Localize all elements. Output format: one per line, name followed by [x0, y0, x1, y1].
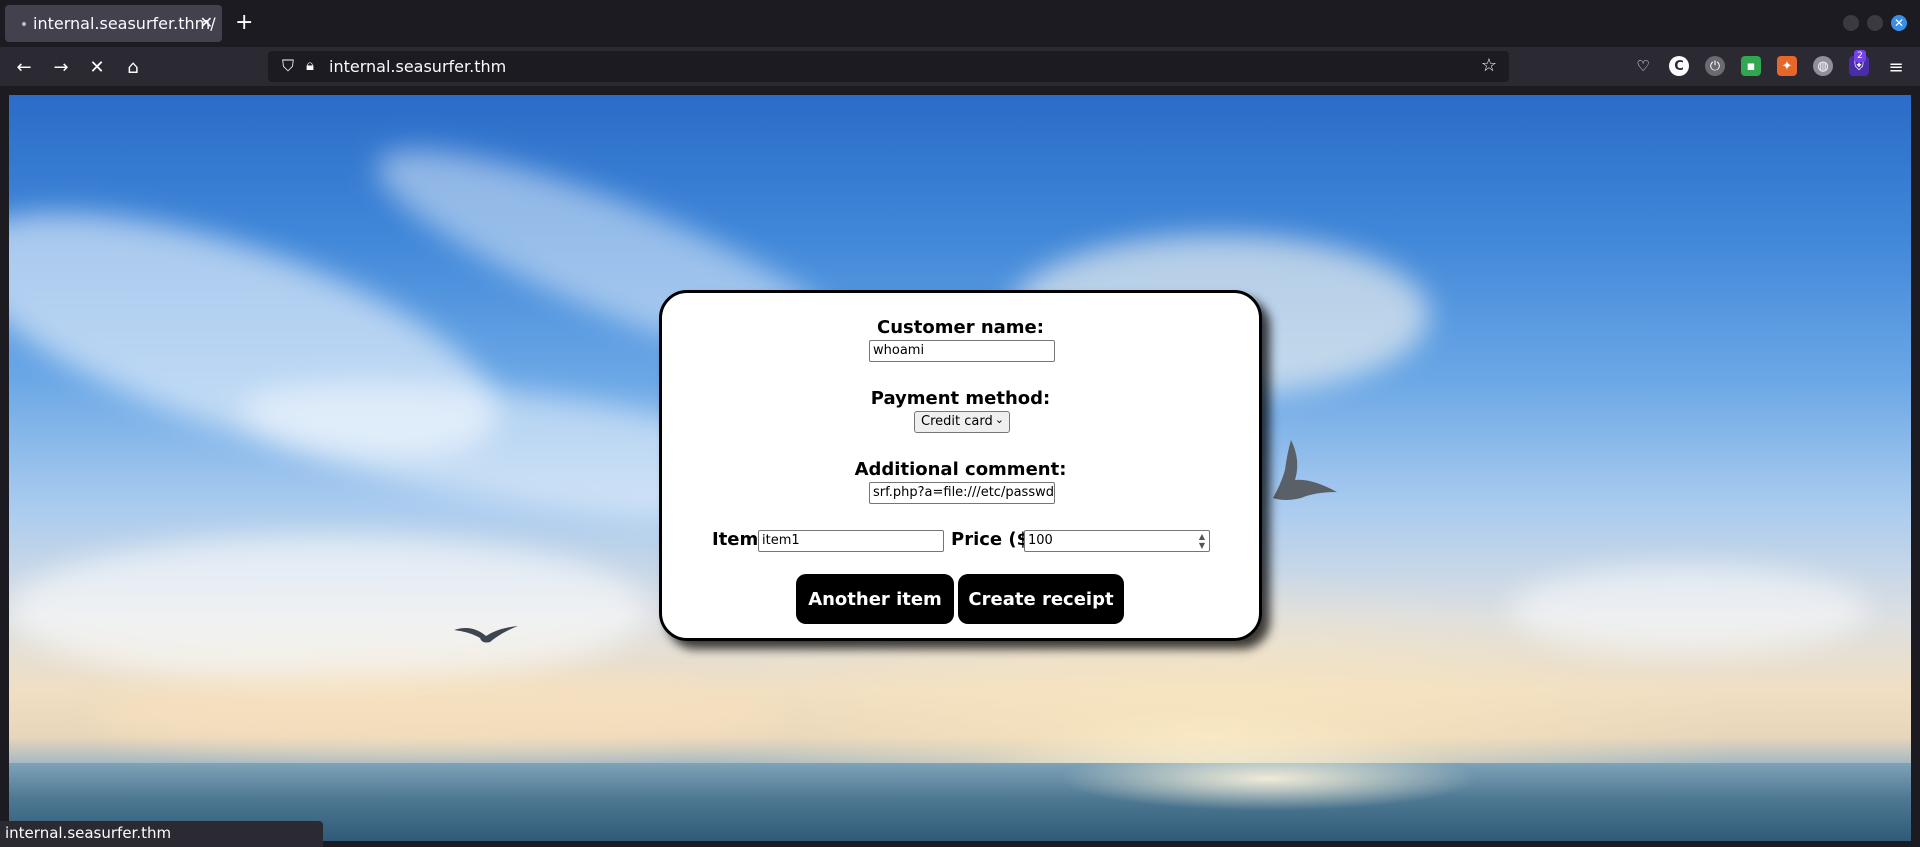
- stop-loading-icon[interactable]: ✕: [85, 55, 109, 79]
- sun-reflection: [1009, 763, 1529, 841]
- tracking-shield-icon[interactable]: ⛉: [282, 56, 294, 76]
- cloud: [89, 675, 789, 755]
- price-value: 100: [1028, 533, 1053, 548]
- url-bar[interactable]: ⛉ 🔒︎ internal.seasurfer.thm ☆: [268, 51, 1509, 82]
- tab-loading-dot-icon: [22, 22, 26, 26]
- foxy-extension-icon[interactable]: ✦: [1777, 56, 1797, 76]
- number-spinner-icon[interactable]: ▲ ▼: [1199, 532, 1205, 550]
- green-extension-icon[interactable]: ▪: [1741, 56, 1761, 76]
- home-icon[interactable]: ⌂: [121, 55, 145, 79]
- forward-arrow-icon[interactable]: →: [49, 55, 73, 79]
- browser-tab[interactable]: internal.seasurfer.thm/ ✕: [5, 5, 222, 42]
- url-text[interactable]: internal.seasurfer.thm: [329, 57, 506, 76]
- cloud: [9, 535, 649, 685]
- additional-comment-label: Additional comment:: [854, 459, 1067, 480]
- seagull-image: [1273, 440, 1337, 500]
- create-receipt-button[interactable]: Create receipt: [958, 574, 1124, 624]
- customer-name-label: Customer name:: [877, 317, 1044, 338]
- maximize-window-icon[interactable]: [1867, 15, 1883, 31]
- another-item-button[interactable]: Another item: [796, 574, 954, 624]
- price-input[interactable]: 100 ▲ ▼: [1024, 530, 1210, 552]
- power-extension-icon[interactable]: ⏻: [1705, 56, 1725, 76]
- minimize-window-icon[interactable]: [1843, 15, 1859, 31]
- page-viewport: Customer name: whoami Payment method: Cr…: [9, 95, 1911, 841]
- tab-strip: internal.seasurfer.thm/ ✕ + ✕: [0, 0, 1920, 47]
- new-tab-icon[interactable]: +: [235, 9, 253, 37]
- back-arrow-icon[interactable]: ←: [12, 55, 36, 79]
- status-bar-url: internal.seasurfer.thm: [0, 821, 323, 847]
- customer-name-input[interactable]: whoami: [869, 340, 1055, 362]
- payment-method-label: Payment method:: [870, 388, 1051, 409]
- star-icon[interactable]: ☆: [1481, 55, 1497, 76]
- payment-method-select[interactable]: Credit card ⌄: [914, 411, 1010, 433]
- pocket-icon[interactable]: ♡: [1633, 56, 1653, 76]
- extension-c-icon[interactable]: C: [1669, 56, 1689, 76]
- chevron-down-icon: ⌄: [994, 413, 1004, 426]
- cloud: [1509, 565, 1869, 655]
- notification-badge: 2: [1854, 50, 1866, 62]
- tab-close-icon[interactable]: ✕: [200, 13, 213, 32]
- navigation-bar: ← → ✕ ⌂ ⛉ 🔒︎ internal.seasurfer.thm ☆ ♡ …: [0, 47, 1920, 86]
- globe-icon[interactable]: ◍: [1813, 56, 1833, 76]
- seagull-image: [454, 626, 518, 643]
- lock-icon[interactable]: 🔒︎: [306, 56, 314, 74]
- additional-comment-input[interactable]: srf.php?a=file:///etc/passwd">: [869, 482, 1055, 504]
- close-window-icon[interactable]: ✕: [1891, 15, 1907, 31]
- tab-title: internal.seasurfer.thm/: [33, 14, 216, 33]
- payment-method-selected: Credit card: [921, 414, 993, 429]
- receipt-form-panel: Customer name: whoami Payment method: Cr…: [659, 290, 1262, 641]
- item-input[interactable]: item1: [758, 530, 944, 552]
- hamburger-menu-icon[interactable]: ≡: [1884, 55, 1908, 79]
